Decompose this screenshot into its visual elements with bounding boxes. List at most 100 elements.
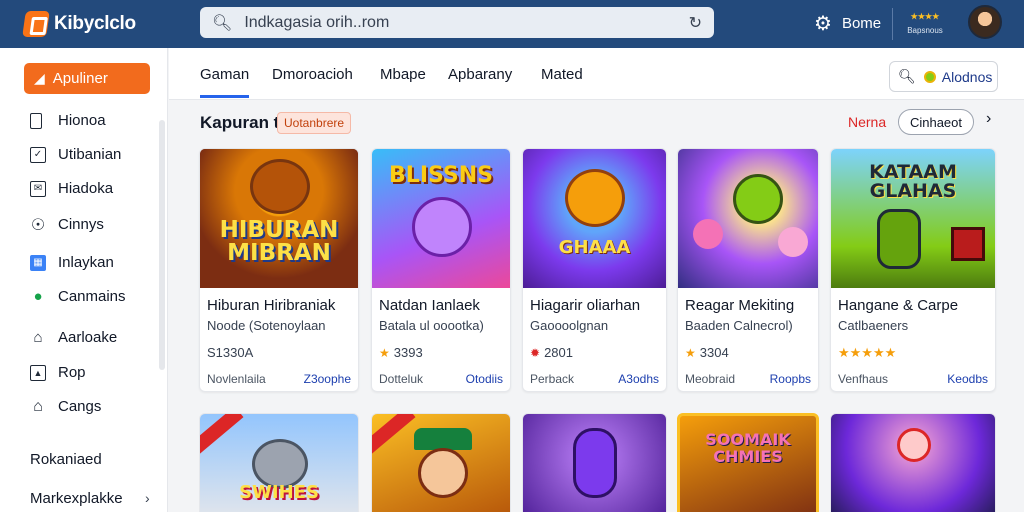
badge-label: Bapsnous (907, 26, 943, 35)
tab-gaman[interactable]: Gaman (200, 66, 250, 98)
checkbox-icon: ✓ (30, 146, 46, 163)
tab-dmoroacioh[interactable]: Dmoroacioh (272, 66, 353, 83)
search-input[interactable] (244, 13, 689, 32)
game-action-link[interactable]: Z3oophe (304, 372, 351, 386)
game-rating: ★ 3393 (379, 345, 423, 360)
sidebar-item-marketplace[interactable]: Markexplakke (30, 490, 123, 507)
bubble-art (778, 227, 808, 257)
game-art-title: HIBURAN MIBRAN (219, 217, 339, 266)
game-rating: ✹ 2801 (530, 345, 573, 360)
section-tag: Uotanbrere (277, 112, 352, 134)
page-icon (30, 112, 42, 129)
tab-mbape[interactable]: Mbape (380, 66, 426, 83)
game-art-title: SOOMAIK CHMIES (705, 430, 791, 466)
section-link[interactable]: Nerna (848, 114, 886, 130)
game-card[interactable] (522, 413, 667, 512)
badge-art (897, 428, 931, 462)
game-title: Hiburan Hiribraniak (207, 297, 336, 314)
chevron-right-icon[interactable]: › (145, 490, 150, 506)
logo-icon (22, 11, 50, 37)
app-logo[interactable]: Kibyclclo (22, 11, 194, 37)
game-art-title: SWIHES (239, 482, 319, 503)
star-icon: ★ (685, 345, 696, 360)
search-icon: 🔍︎ (898, 68, 916, 84)
sidebar-section-label: Rokaniaed (30, 451, 102, 468)
logo-small-icon: ◢ (34, 70, 45, 86)
sidebar-item-label: Aarloake (58, 329, 118, 346)
game-card[interactable] (371, 413, 511, 512)
header-divider (892, 8, 893, 40)
tab-mated[interactable]: Mated (541, 66, 583, 83)
image-icon: ▲ (30, 364, 46, 381)
game-title: Hiagarir oliarhan (530, 297, 641, 314)
game-card[interactable]: Reagar Mekiting Baaden Calnecrol) ★ 3304 … (677, 148, 819, 392)
sidebar-item-hiadoka[interactable]: ✉ Hiadoka (30, 180, 113, 197)
sidebar-item-label: Cangs (58, 398, 102, 415)
sidebar-item-utibanian[interactable]: ✓ Utibanian (30, 146, 121, 163)
gem-icon: ✹ (530, 345, 541, 360)
settings-label: Bome (841, 15, 882, 32)
chevron-right-icon[interactable]: › (986, 110, 991, 128)
primary-action-button[interactable]: ◢ Apuliner (24, 63, 150, 94)
rating-value: 2801 (544, 345, 573, 360)
filter-button[interactable]: 🔍︎ Alodnos (889, 61, 998, 92)
sidebar-item-label: Cinnys (58, 216, 104, 233)
game-title: Hangane & Carpe (838, 297, 959, 314)
search-bar[interactable]: 🔍︎ ↻ (200, 7, 714, 38)
sidebar-item-cangs[interactable]: ⌂ Cangs (30, 397, 102, 416)
sidebar-scrollbar[interactable] (159, 120, 165, 370)
game-card[interactable]: HIBURAN MIBRAN Hiburan Hiribraniak Noode… (199, 148, 359, 392)
game-subtitle: Catlbaeners (838, 318, 909, 333)
hat-art (414, 428, 472, 450)
game-publisher: Dotteluk (379, 372, 424, 386)
game-art-title: KATAAM GLAHAS (869, 161, 957, 202)
game-thumbnail (678, 149, 818, 288)
game-action-link[interactable]: A3odhs (618, 372, 659, 386)
game-subtitle: Batala ul ooootka) (379, 318, 484, 333)
primary-action-label: Apuliner (52, 70, 108, 87)
game-rating: ★★★★★ (838, 345, 896, 361)
game-card[interactable]: SWIHES (199, 413, 359, 512)
game-card[interactable]: SOOMAIK CHMIES (677, 413, 819, 512)
slime-art (733, 174, 783, 224)
header-badge[interactable]: ★★★★ Bapsnous (900, 10, 950, 38)
game-action-link[interactable]: Keodbs (947, 372, 988, 386)
house-icon: ⌂ (33, 397, 43, 415)
top-bar: Kibyclclo 🔍︎ ↻ ⚙ Bome ★★★★ Bapsnous (0, 0, 1024, 48)
sidebar-item-hionoa[interactable]: Hionoa (30, 112, 106, 129)
section-button[interactable]: Cinhaeot (898, 109, 974, 135)
ribbon-badge (200, 414, 244, 456)
game-card[interactable]: BLISSNS Natdan Ianlaek Batala ul ooootka… (371, 148, 511, 392)
game-action-link[interactable]: Otodiis (466, 372, 503, 386)
avatar[interactable] (968, 5, 1002, 39)
sidebar-item-label: Inlaykan (58, 254, 114, 271)
sidebar-item-rop[interactable]: ▲ Rop (30, 364, 86, 381)
game-card[interactable] (830, 413, 996, 512)
rating-value: 3304 (699, 345, 729, 360)
bear-art (565, 169, 625, 227)
character-art (412, 197, 472, 257)
refresh-icon[interactable]: ↻ (689, 13, 702, 33)
settings-button[interactable]: ⚙ Bome (814, 11, 881, 36)
game-subtitle: Noode (Sotenoylaan (207, 318, 326, 333)
sidebar-item-label: Hionoa (58, 112, 106, 129)
game-thumbnail: HIBURAN MIBRAN (200, 149, 358, 288)
sidebar-item-inlaykan[interactable]: ▦ Inlaykan (30, 254, 114, 271)
sidebar-item-label: Hiadoka (58, 180, 114, 197)
bear-art (250, 159, 310, 214)
tab-apbarany[interactable]: Apbarany (448, 66, 512, 83)
game-thumbnail: GHAAA (523, 149, 666, 288)
game-card[interactable]: GHAAA Hiagarir oliarhan Gaoooolgnan ✹ 280… (522, 148, 667, 392)
filter-color-icon (923, 70, 936, 83)
game-art-title: BLISSNS (389, 163, 493, 188)
sidebar-item-cinnys[interactable]: ☉ Cinnys (30, 216, 104, 234)
app-name: Kibyclclo (54, 13, 136, 34)
sidebar-item-label: Utibanian (58, 146, 122, 163)
game-rating: ★ 3304 (685, 345, 729, 360)
badge-stars: ★★★★ (910, 12, 940, 21)
sidebar-item-canmains[interactable]: ● Canmains (30, 288, 125, 305)
character-art (418, 448, 468, 498)
sidebar-item-aarloake[interactable]: ⌂ Aarloake (30, 329, 117, 346)
game-action-link[interactable]: Roopbs (770, 372, 811, 386)
game-card[interactable]: KATAAM GLAHAS Hangane & Carpe Catlbaener… (830, 148, 996, 392)
